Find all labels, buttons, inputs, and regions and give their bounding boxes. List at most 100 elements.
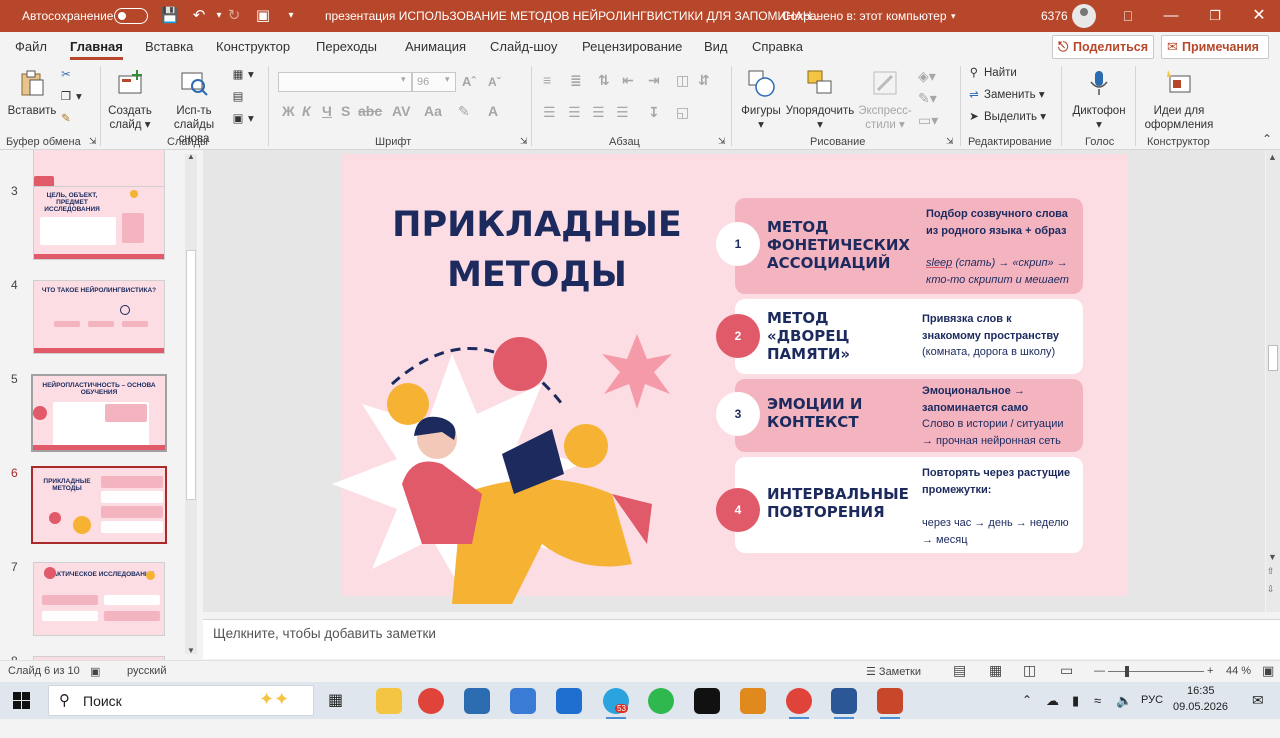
notes-pane[interactable]: Щелкните, чтобы добавить заметки [203,619,1280,659]
line-spacing-icon[interactable]: ⇅ [598,72,610,89]
shapes-button[interactable]: Фигуры ▾ [737,68,785,132]
fit-slide-icon[interactable]: ▣ [1262,663,1274,679]
replace-button[interactable]: ⇌ Заменить ▾ [966,86,1044,104]
input-language[interactable]: РУС [1141,682,1163,719]
decrease-indent-icon[interactable]: ⇤ [622,72,634,89]
notes-placeholder[interactable]: Щелкните, чтобы добавить заметки [213,626,436,641]
numbering-icon[interactable]: ≣ [570,72,582,89]
method-description[interactable]: Эмоциональное → запоминается само [922,383,1028,416]
comments-button[interactable]: ✉ Примечания [1161,35,1269,59]
change-case-icon[interactable]: Aa [424,103,442,119]
method-example[interactable]: Слово в истории / ситуации → прочная ней… [922,416,1064,449]
maximize-icon[interactable]: ❐ [1202,0,1228,32]
scroll-up-icon[interactable]: ▲ [1268,152,1277,162]
clipboard-launcher-icon[interactable]: ⇲ [89,136,97,147]
powerpoint-icon[interactable] [877,688,903,719]
notes-app-icon[interactable] [694,688,720,714]
drawing-launcher-icon[interactable]: ⇲ [946,136,954,147]
battery-icon[interactable]: ▮ [1072,682,1079,719]
select-button[interactable]: ➤ Выделить ▾ [966,108,1046,126]
shadow-icon[interactable]: S [341,103,350,119]
scroll-down-icon[interactable]: ▼ [187,646,195,655]
zoom-level[interactable]: 44 % [1226,665,1251,677]
tab-insert[interactable]: Вставка [145,32,193,62]
tab-file[interactable]: Файл [15,32,47,62]
notes-button[interactable]: ☰ Заметки [866,665,921,678]
slide-thumbnail-3[interactable]: ЦЕЛЬ, ОБЪЕКТ, ПРЕДМЕТ ИССЛЕДОВАНИЯ [33,186,165,260]
wifi-icon[interactable]: ≈ [1094,682,1101,719]
slide-thumbnail-4[interactable]: ЧТО ТАКОЕ НЕЙРОЛИНГВИСТИКА? [33,280,165,354]
autosave-toggle[interactable] [114,8,148,24]
onedrive-icon[interactable]: ☁ [1046,682,1059,719]
zoom-slider[interactable] [1108,671,1204,672]
chrome-profile-icon[interactable] [786,688,812,719]
increase-font-icon[interactable]: Aˆ [462,74,476,89]
previous-slide-icon[interactable]: ⇧ [1267,566,1275,577]
layout-icon[interactable]: ▦ ▾ [230,66,254,84]
canvas-scrollbar-thumb[interactable] [1268,345,1278,371]
slide-thumbnail-7[interactable]: ПРАКТИЧЕСКОЕ ИССЛЕДОВАНИЕ [33,562,165,636]
scroll-down-icon[interactable]: ▼ [1268,552,1277,562]
canvas-scrollbar[interactable] [1266,150,1280,612]
copy-icon[interactable]: ❐ ▾ [58,88,82,106]
tab-design[interactable]: Конструктор [216,32,290,62]
notifications-icon[interactable]: ✉ [1252,682,1264,719]
font-name-input[interactable] [278,72,412,92]
save-icon[interactable]: 💾 [157,0,183,32]
tab-view[interactable]: Вид [704,32,728,62]
underline-icon[interactable]: Ч [322,103,332,119]
task-view-icon[interactable]: ▦ [328,690,343,710]
format-painter-icon[interactable]: ✎ [58,110,76,128]
tray-overflow-icon[interactable]: ⌃ [1022,682,1032,719]
shape-fill-icon[interactable]: ◈▾ [918,68,936,85]
clock-date[interactable]: 09.05.2026 [1173,701,1228,738]
outlook-icon[interactable] [556,688,582,714]
collapse-ribbon-icon[interactable]: ⌃ [1262,132,1272,146]
bold-icon[interactable]: Ж [282,103,295,119]
font-size-chevron-icon[interactable]: ▾ [445,74,450,85]
slide-thumbnail-5[interactable]: НЕЙРОПЛАСТИЧНОСТЬ – ОСНОВА ОБУЧЕНИЯ [31,374,167,452]
italic-icon[interactable]: К [302,103,311,119]
sublime-icon[interactable] [740,688,766,714]
spellcheck-icon[interactable]: ▣ [90,665,100,678]
tab-help[interactable]: Справка [752,32,803,62]
method-name[interactable]: ИНТЕРВАЛЬНЫЕ ПОВТОРЕНИЯ [767,485,909,521]
language-indicator[interactable]: русский [127,665,166,677]
save-status[interactable]: Сохранено в: этот компьютер [782,0,947,32]
volume-icon[interactable]: 🔈 [1116,682,1132,719]
align-center-icon[interactable]: ☰ [568,104,581,121]
tab-slideshow[interactable]: Слайд-шоу [490,32,557,62]
taskbar-search[interactable]: ⚲ Поиск ✦✦ [48,685,314,716]
method-example[interactable]: через час → день → неделю → месяц [922,515,1069,548]
justify-icon[interactable]: ☰ [616,104,629,121]
redo-icon[interactable]: ↻ [221,0,247,32]
method-description[interactable]: Привязка слов к знакомому пространству [922,311,1059,344]
slide-editor[interactable]: ПРИКЛАДНЫЕ МЕТОДЫ 1 МЕТОД ФОНЕТИЧЕСКИХ А… [203,150,1265,612]
chrome-icon[interactable] [418,688,444,714]
zoom-out-icon[interactable]: — [1094,665,1105,677]
shape-effects-icon[interactable]: ▭▾ [918,112,938,129]
reuse-slides-button[interactable]: Исп-ть слайды снова [162,68,226,146]
find-button[interactable]: ⚲ Найти [966,64,1017,82]
section-icon[interactable]: ▣ ▾ [230,110,254,128]
increase-indent-icon[interactable]: ⇥ [648,72,660,89]
whatsapp-icon[interactable] [648,688,674,714]
minimize-icon[interactable]: — [1158,0,1184,32]
new-slide-button[interactable]: Создать слайд ▾ [104,68,156,132]
tab-animations[interactable]: Анимация [405,32,466,62]
strikethrough-icon[interactable]: abc [358,103,382,119]
text-direction-icon[interactable]: ⇵ [698,72,710,89]
spacing-icon[interactable]: AV [392,103,410,119]
reset-icon[interactable]: ▤ [230,88,248,106]
align-text-icon[interactable]: ↧ [648,104,660,121]
next-slide-icon[interactable]: ⇩ [1267,584,1275,595]
quick-styles-button[interactable]: Экспресс-стили ▾ [855,68,915,132]
slide-title[interactable]: ПРИКЛАДНЫЕ МЕТОДЫ [362,200,712,300]
ribbon-display-icon[interactable]: ⎕ [1115,0,1141,32]
bullets-icon[interactable]: ≡ [543,72,551,88]
word-icon[interactable] [831,688,857,719]
font-color-icon[interactable]: A [488,103,498,119]
method-name[interactable]: ЭМОЦИИ И КОНТЕКСТ [767,395,863,431]
zoom-slider-thumb[interactable] [1125,666,1129,677]
tab-home[interactable]: Главная [70,32,123,62]
